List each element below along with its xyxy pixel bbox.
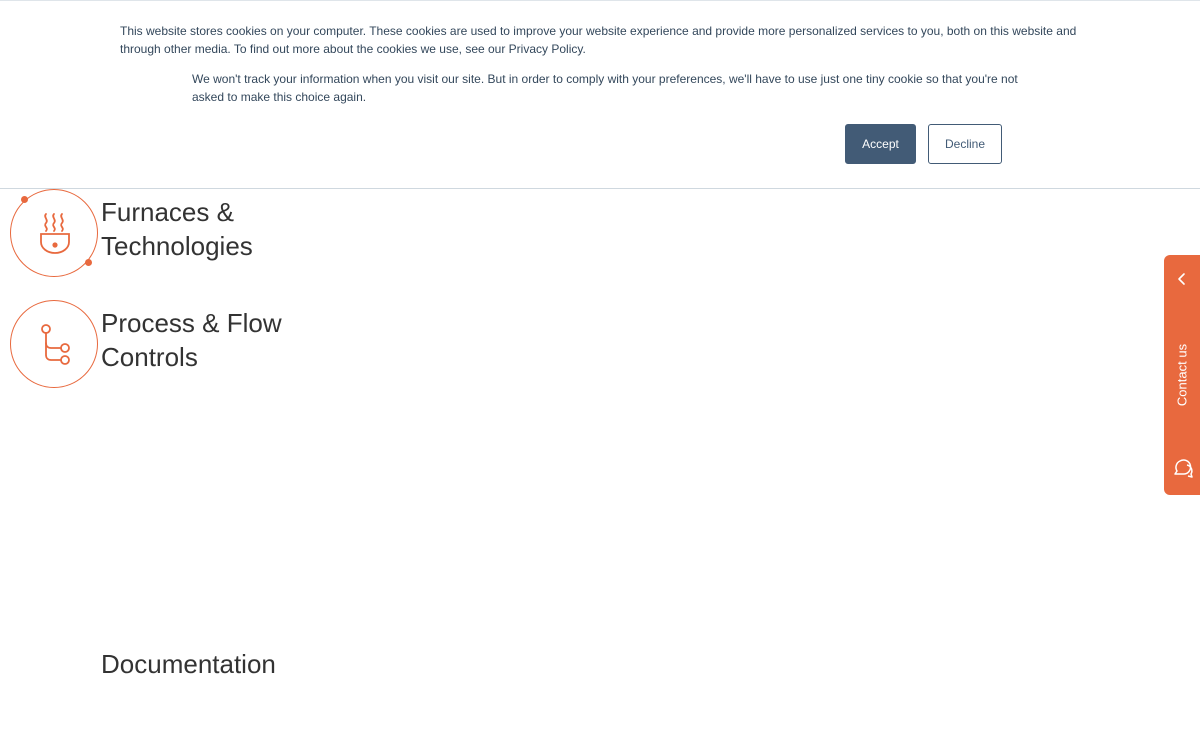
decorative-dot <box>85 259 92 266</box>
decline-button[interactable]: Decline <box>928 124 1002 164</box>
chat-icon[interactable] <box>1171 457 1195 481</box>
documentation-heading: Documentation <box>101 649 276 679</box>
service-title[interactable]: Furnaces & Technologies <box>101 195 331 263</box>
contact-us-label: Contact us <box>1174 343 1190 407</box>
process-flow-icon <box>41 324 70 365</box>
contact-us-tab[interactable]: Contact us <box>1164 255 1200 495</box>
cookie-banner: This website stores cookies on your comp… <box>0 0 1200 189</box>
accept-button[interactable]: Accept <box>845 124 916 164</box>
process-flow-icon-circle <box>10 300 98 388</box>
decorative-dot <box>21 196 28 203</box>
cookie-preference-text: We won't track your information when you… <box>192 72 1018 104</box>
service-title[interactable]: Process & Flow Controls <box>101 306 331 374</box>
cookie-notice-text: This website stores cookies on your comp… <box>120 24 1077 56</box>
chevron-left-icon[interactable] <box>1176 272 1188 286</box>
